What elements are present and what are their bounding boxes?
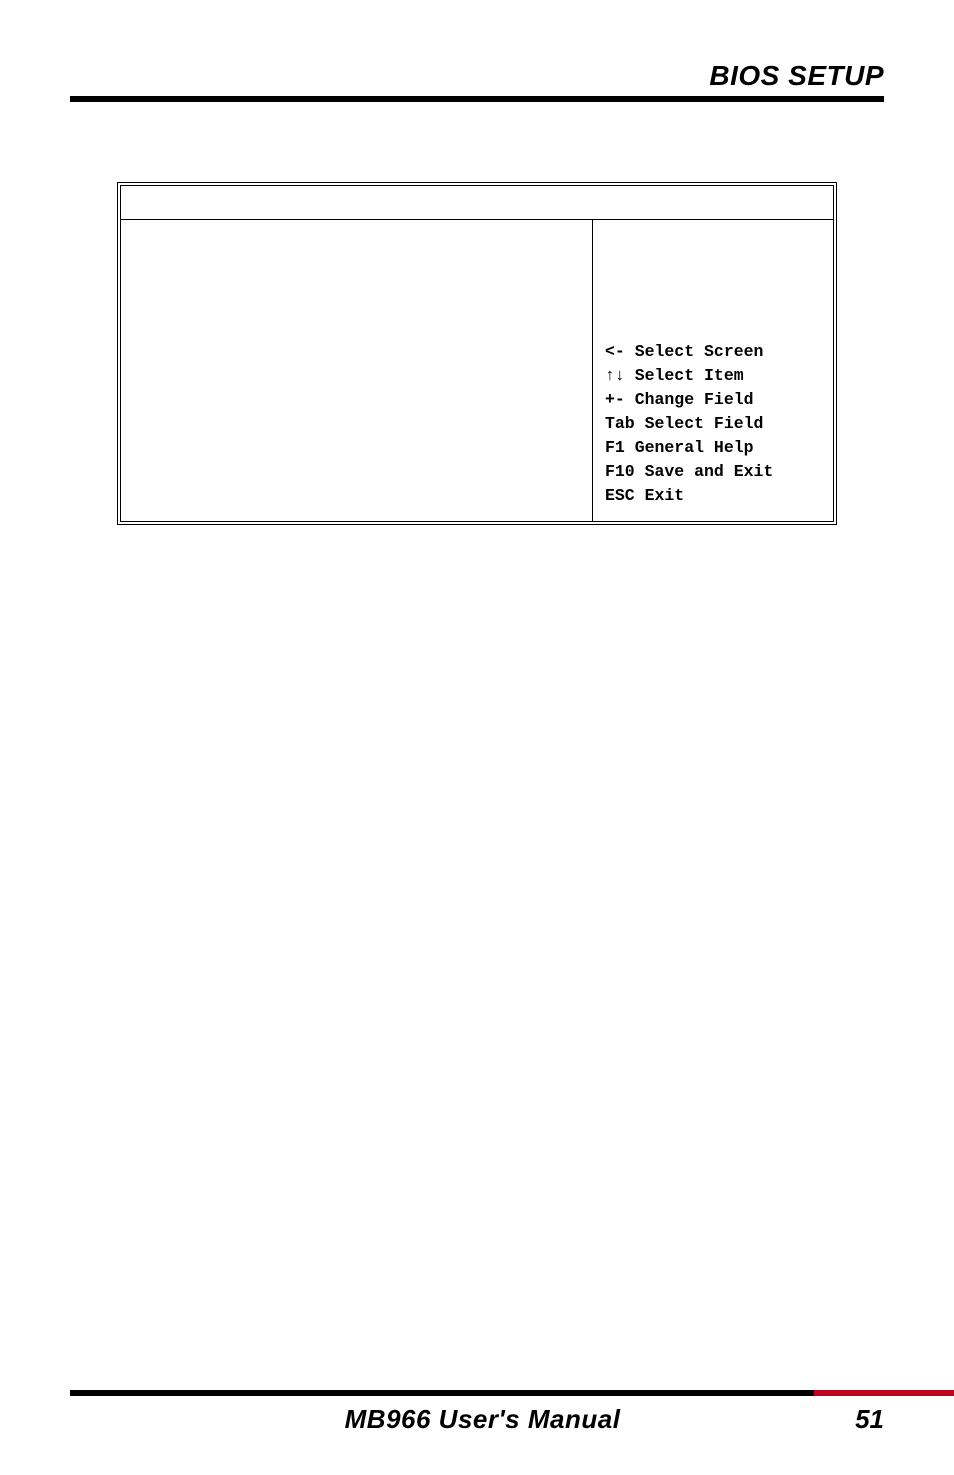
page-footer: MB966 User's Manual 51 — [0, 1390, 954, 1435]
footer-manual-title: MB966 User's Manual — [130, 1404, 835, 1435]
help-select-screen: <- Select Screen — [605, 340, 821, 364]
help-change-field: +- Change Field — [605, 388, 821, 412]
help-exit: ESC Exit — [605, 484, 821, 508]
footer-rule — [70, 1390, 884, 1396]
help-general-help: F1 General Help — [605, 436, 821, 460]
footer-text-row: MB966 User's Manual 51 — [70, 1396, 884, 1435]
help-select-field: Tab Select Field — [605, 412, 821, 436]
bios-left-pane — [121, 220, 593, 521]
bios-body: <- Select Screen ↑↓ Select Item +- Chang… — [121, 220, 833, 521]
bios-setup-box: <- Select Screen ↑↓ Select Item +- Chang… — [117, 182, 837, 525]
footer-page-number: 51 — [835, 1404, 884, 1435]
help-spacer — [605, 230, 821, 340]
header-title: BIOS SETUP — [70, 60, 884, 92]
help-save-exit: F10 Save and Exit — [605, 460, 821, 484]
bios-help-pane: <- Select Screen ↑↓ Select Item +- Chang… — [593, 220, 833, 521]
bios-top-bar — [121, 186, 833, 220]
footer-accent-bar — [814, 1390, 954, 1396]
help-select-item: ↑↓ Select Item — [605, 364, 821, 388]
page-header: BIOS SETUP — [70, 60, 884, 102]
